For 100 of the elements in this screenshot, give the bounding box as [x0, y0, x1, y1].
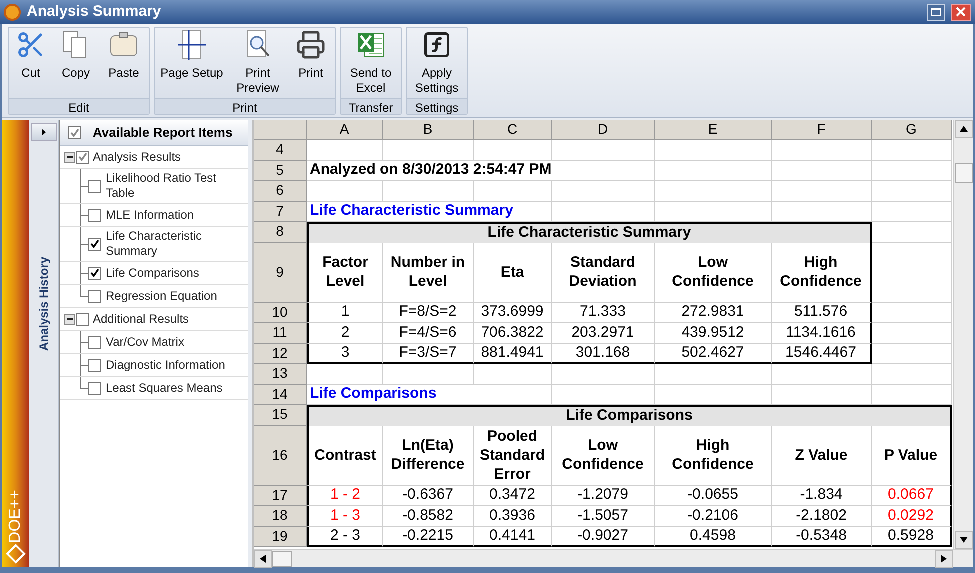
down-arrow-icon[interactable]	[960, 537, 968, 543]
tree-item[interactable]: Regression Equation	[106, 288, 218, 304]
scrollbar-thumb[interactable]	[272, 550, 292, 566]
right-arrow-icon[interactable]	[941, 554, 947, 562]
table-cell: 71.333	[552, 302, 655, 323]
checkbox[interactable]	[88, 358, 101, 372]
table-cell: 0.3472	[474, 486, 552, 506]
tree-item[interactable]: Analysis Results	[93, 148, 182, 166]
column-heading: Number in Level	[383, 242, 474, 302]
row-header[interactable]: 14	[254, 384, 307, 405]
ribbon-button[interactable]: Page Setup	[157, 28, 227, 98]
tree-item[interactable]: MLE Information	[106, 208, 194, 222]
up-arrow-icon[interactable]	[960, 126, 968, 132]
table-cell: -2.1802	[772, 506, 872, 526]
table-cell: 203.2971	[552, 323, 655, 344]
vertical-scrollbar[interactable]	[953, 120, 973, 549]
row-header[interactable]: 10	[254, 302, 307, 323]
column-heading: Standard Deviation	[552, 242, 655, 302]
column-header[interactable]: G	[872, 120, 952, 140]
row-header[interactable]: 19	[254, 526, 307, 547]
table-cell: 511.576	[772, 302, 872, 323]
table-cell: -1.5057	[552, 506, 655, 526]
column-heading: Ln(Eta) Difference	[383, 426, 474, 486]
tree-item[interactable]: Diagnostic Information	[106, 358, 226, 372]
ribbon-button[interactable]: Paste	[101, 28, 147, 98]
checkbox[interactable]	[88, 266, 101, 280]
table-cell: -0.0655	[655, 486, 772, 506]
table-cell: 439.9512	[655, 323, 772, 344]
row-header[interactable]: 12	[254, 344, 307, 364]
checkbox[interactable]	[88, 238, 101, 250]
column-header[interactable]: A	[307, 120, 383, 140]
column-heading: Z Value	[772, 426, 872, 486]
tree-item[interactable]: Additional Results	[93, 310, 190, 328]
column-heading: Low Confidence	[655, 242, 772, 302]
column-header[interactable]: B	[383, 120, 474, 140]
row-header[interactable]: 16	[254, 426, 307, 486]
checkbox[interactable]	[88, 382, 101, 394]
function-icon	[422, 30, 452, 60]
row-header[interactable]: 11	[254, 323, 307, 344]
table-cell: -0.6367	[383, 486, 474, 506]
table-cell: 1 - 3	[307, 506, 383, 526]
row-header[interactable]: 17	[254, 486, 307, 506]
column-heading: Eta	[474, 242, 552, 302]
scrollbar-thumb[interactable]	[954, 163, 973, 183]
table-cell: 0.4141	[474, 526, 552, 547]
checkbox[interactable]	[88, 290, 101, 302]
ribbon-button[interactable]: Print Preview	[229, 28, 287, 98]
ribbon-button[interactable]: Apply Settings	[409, 28, 465, 98]
collapse-toggle[interactable]	[64, 314, 75, 324]
checkbox[interactable]	[88, 336, 101, 348]
ribbon-button[interactable]: Print	[289, 28, 333, 98]
maximize-button[interactable]	[927, 4, 945, 20]
ribbon-button[interactable]: Cut	[11, 28, 51, 98]
ribbon-button[interactable]: Send to Excel	[343, 28, 399, 98]
row-header[interactable]: 4	[254, 140, 307, 160]
column-heading: Contrast	[307, 426, 383, 486]
column-heading: Factor Level	[307, 242, 383, 302]
checkbox[interactable]	[88, 180, 101, 192]
column-header[interactable]: E	[655, 120, 772, 140]
column-header[interactable]: D	[552, 120, 655, 140]
table-cell: 2	[307, 323, 383, 344]
column-header[interactable]: F	[772, 120, 872, 140]
column-header[interactable]: C	[474, 120, 552, 140]
checkbox[interactable]	[76, 312, 89, 326]
row-header[interactable]: 9	[254, 242, 307, 302]
row-header[interactable]: 18	[254, 506, 307, 526]
expand-panel-button[interactable]	[30, 123, 56, 141]
brand-logo-icon	[6, 544, 26, 564]
table-cell: 1546.4467	[772, 344, 872, 364]
table-cell: -0.2106	[655, 506, 772, 526]
collapse-toggle[interactable]	[64, 152, 75, 162]
table-cell: 0.4598	[655, 526, 772, 547]
table-title: Life Characteristic Summary	[307, 222, 872, 242]
history-tab[interactable]: Analysis History	[34, 256, 52, 352]
table-cell: 881.4941	[474, 344, 552, 364]
horizontal-scrollbar[interactable]	[254, 549, 973, 567]
table-cell: 3	[307, 344, 383, 364]
tree-item[interactable]: Least Squares Means	[106, 380, 223, 396]
close-button[interactable]	[951, 4, 971, 20]
spreadsheet-icon	[356, 30, 386, 60]
row-header[interactable]: 15	[254, 405, 307, 426]
row-header[interactable]: 5	[254, 160, 307, 181]
table-cell: F=3/S=7	[383, 344, 474, 364]
group-label: Print	[155, 98, 335, 114]
checkbox[interactable]	[88, 208, 101, 222]
tree-item[interactable]: Var/Cov Matrix	[106, 334, 184, 350]
row-header[interactable]: 6	[254, 181, 307, 202]
app-logo-icon	[4, 4, 21, 20]
checkbox[interactable]	[76, 150, 89, 164]
tree-item[interactable]: Life Characteristic Summary	[106, 229, 248, 259]
tree-item[interactable]: Likelihood Ratio Test Table	[106, 171, 248, 201]
row-header[interactable]: 8	[254, 222, 307, 242]
checkbox[interactable]	[68, 126, 81, 139]
ribbon-button[interactable]: Copy	[53, 28, 99, 98]
row-header[interactable]: 7	[254, 202, 307, 222]
table-cell: -0.2215	[383, 526, 474, 547]
tree-item[interactable]: Life Comparisons	[106, 266, 200, 280]
table-cell: -0.9027	[552, 526, 655, 547]
row-header[interactable]: 13	[254, 364, 307, 384]
left-arrow-icon[interactable]	[260, 554, 266, 562]
